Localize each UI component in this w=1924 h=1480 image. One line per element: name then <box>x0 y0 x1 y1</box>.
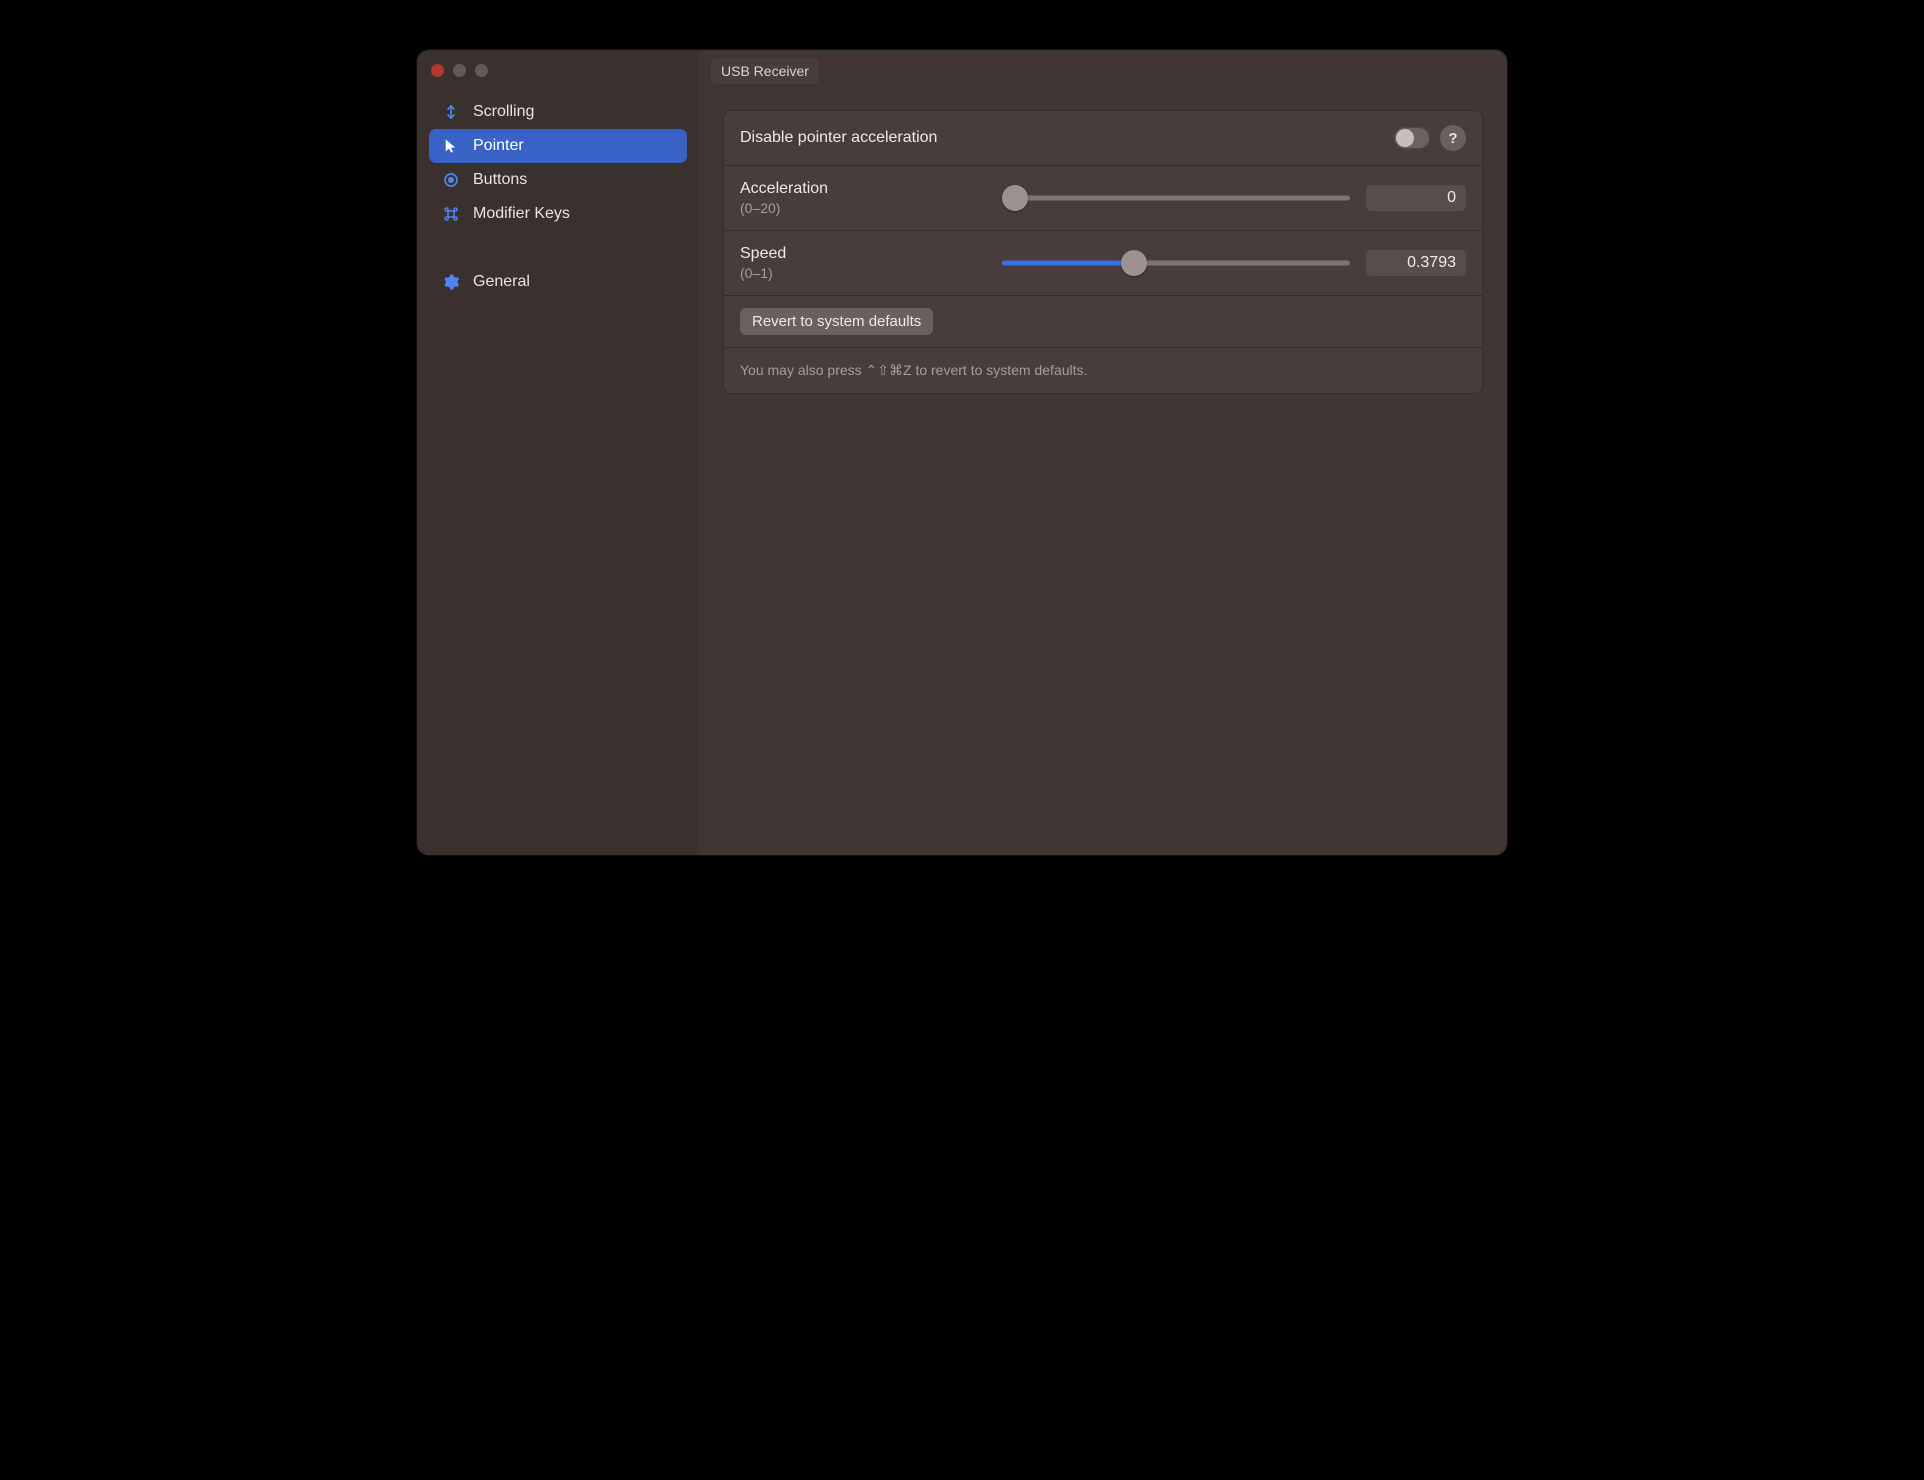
preferences-window: Scrolling Pointer Buttons <box>417 50 1507 855</box>
sidebar-item-label: Pointer <box>473 137 524 155</box>
acceleration-row: Acceleration (0–20) <box>724 166 1482 231</box>
speed-value-input[interactable] <box>1366 250 1466 276</box>
sidebar-item-buttons[interactable]: Buttons <box>429 163 687 197</box>
content: Disable pointer acceleration ? Accelerat… <box>699 92 1507 412</box>
disable-acceleration-toggle[interactable] <box>1394 127 1430 149</box>
speed-slider[interactable] <box>1002 249 1350 277</box>
sidebar-item-pointer[interactable]: Pointer <box>429 129 687 163</box>
sidebar-nav: Scrolling Pointer Buttons <box>417 95 699 299</box>
sidebar: Scrolling Pointer Buttons <box>417 50 699 855</box>
main-area: USB Receiver Disable pointer acceleratio… <box>699 50 1507 855</box>
revert-hint: You may also press ⌃⇧⌘Z to revert to sys… <box>724 348 1482 393</box>
scroll-icon <box>441 102 461 122</box>
acceleration-slider[interactable] <box>1002 184 1350 212</box>
acceleration-value-input[interactable] <box>1366 185 1466 211</box>
pointer-icon <box>441 136 461 156</box>
minimize-window-button[interactable] <box>453 64 466 77</box>
sidebar-item-scrolling[interactable]: Scrolling <box>429 95 687 129</box>
gear-icon <box>441 272 461 292</box>
sidebar-item-label: Buttons <box>473 171 527 189</box>
sidebar-item-modifier-keys[interactable]: Modifier Keys <box>429 197 687 231</box>
disable-acceleration-row: Disable pointer acceleration ? <box>724 111 1482 166</box>
sidebar-item-general[interactable]: General <box>429 265 687 299</box>
acceleration-range-label: (0–20) <box>740 200 986 216</box>
circle-dot-icon <box>441 170 461 190</box>
titlebar: USB Receiver <box>699 50 1507 92</box>
help-button[interactable]: ? <box>1440 125 1466 151</box>
zoom-window-button[interactable] <box>475 64 488 77</box>
question-icon: ? <box>1448 130 1457 147</box>
revert-row: Revert to system defaults <box>724 296 1482 348</box>
pointer-settings-panel: Disable pointer acceleration ? Accelerat… <box>723 110 1483 394</box>
acceleration-label: Acceleration <box>740 180 986 198</box>
speed-row: Speed (0–1) <box>724 231 1482 296</box>
disable-acceleration-label: Disable pointer acceleration <box>740 129 937 147</box>
revert-defaults-button[interactable]: Revert to system defaults <box>740 308 933 335</box>
sidebar-item-label: Modifier Keys <box>473 205 570 223</box>
window-controls <box>417 60 699 95</box>
close-window-button[interactable] <box>431 64 444 77</box>
sidebar-item-label: General <box>473 273 530 291</box>
speed-label: Speed <box>740 245 986 263</box>
device-title[interactable]: USB Receiver <box>711 58 819 84</box>
sidebar-item-label: Scrolling <box>473 103 534 121</box>
command-icon <box>441 204 461 224</box>
speed-range-label: (0–1) <box>740 265 986 281</box>
